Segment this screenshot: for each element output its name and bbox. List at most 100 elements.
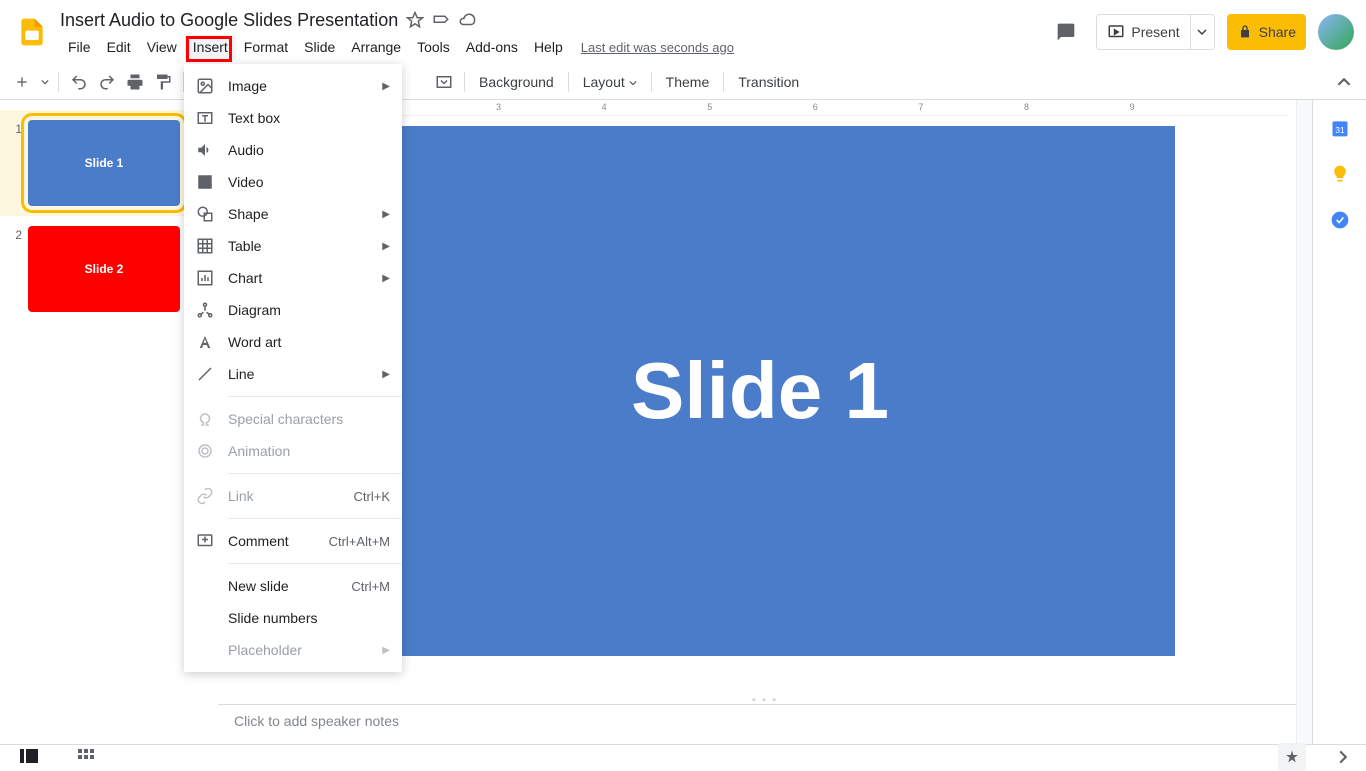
menu-item-word-art[interactable]: Word art <box>184 326 402 358</box>
menu-slide[interactable]: Slide <box>296 35 343 59</box>
transition-button[interactable]: Transition <box>730 70 807 94</box>
thumb-num-1: 1 <box>10 120 28 206</box>
menu-item-label: Link <box>228 488 340 504</box>
submenu-arrow-icon: ▶ <box>382 81 390 92</box>
menu-view[interactable]: View <box>139 35 185 59</box>
menu-item-chart[interactable]: Chart▶ <box>184 262 402 294</box>
collapse-toolbar-button[interactable] <box>1330 68 1358 96</box>
last-edit[interactable]: Last edit was seconds ago <box>581 40 734 55</box>
print-button[interactable] <box>121 68 149 96</box>
submenu-arrow-icon: ▶ <box>382 241 390 252</box>
open-comments-button[interactable] <box>1048 14 1084 50</box>
title-block: Insert Audio to Google Slides Presentati… <box>52 8 1048 60</box>
header: Insert Audio to Google Slides Presentati… <box>0 0 1366 64</box>
user-avatar[interactable] <box>1318 14 1354 50</box>
menu-item-placeholder: Placeholder▶ <box>184 634 402 666</box>
menu-item-image[interactable]: Image ▶ <box>184 70 402 102</box>
new-slide-button[interactable] <box>8 68 36 96</box>
layout-button[interactable]: Layout <box>575 70 645 94</box>
notes-resize-handle[interactable]: • • • <box>218 696 1312 704</box>
menu-item-label: Shape <box>228 206 368 222</box>
slides-logo[interactable] <box>12 12 52 52</box>
grid-view-icon[interactable] <box>78 749 94 765</box>
menu-insert[interactable]: Insert <box>185 35 236 59</box>
menu-item-label: Audio <box>228 142 390 158</box>
submenu-arrow-icon: ▶ <box>382 209 390 220</box>
svg-text:31: 31 <box>1335 125 1345 135</box>
shape-icon <box>196 205 214 223</box>
menu-item-label: Special characters <box>228 411 390 427</box>
redo-button[interactable] <box>93 68 121 96</box>
menu-tools[interactable]: Tools <box>409 35 458 59</box>
slide-canvas[interactable]: Slide 1 <box>345 126 1175 656</box>
bottom-bar <box>0 744 1366 768</box>
menu-item-slide-numbers[interactable]: Slide numbers <box>184 602 402 634</box>
menu-shortcut: Ctrl+M <box>351 579 390 594</box>
menu-item-label: Table <box>228 238 368 254</box>
menu-item-label: Animation <box>228 443 390 459</box>
menu-item-audio[interactable]: Audio <box>184 134 402 166</box>
menu-help[interactable]: Help <box>526 35 571 59</box>
menu-item-label: Text box <box>228 110 390 126</box>
menu-edit[interactable]: Edit <box>99 35 139 59</box>
fit-button[interactable] <box>430 68 458 96</box>
table-icon <box>196 237 214 255</box>
theme-button[interactable]: Theme <box>658 70 718 94</box>
tasks-addon-icon[interactable] <box>1330 210 1350 230</box>
menu-addons[interactable]: Add-ons <box>458 35 526 59</box>
doc-title[interactable]: Insert Audio to Google Slides Presentati… <box>60 10 398 31</box>
menu-item-line[interactable]: Line ▶ <box>184 358 402 390</box>
new-slide-dropdown[interactable] <box>38 68 52 96</box>
cloud-status-icon[interactable] <box>458 11 476 29</box>
speaker-notes[interactable]: Click to add speaker notes <box>218 704 1312 744</box>
insert-dropdown: Image ▶ Text box Audio Video Shape ▶ Table ▶ Char… <box>184 64 402 672</box>
slide-title-text: Slide 1 <box>631 345 889 437</box>
vertical-scrollbar[interactable] <box>1296 100 1312 744</box>
menu-item-comment[interactable]: Comment Ctrl+Alt+M <box>184 525 402 557</box>
star-icon[interactable] <box>406 11 424 29</box>
share-button[interactable]: Share <box>1227 14 1306 50</box>
slide-thumb-2[interactable]: Slide 2 <box>28 226 180 312</box>
menu-shortcut: Ctrl+Alt+M <box>329 534 390 549</box>
menubar: File Edit View Insert Format Slide Arran… <box>60 34 1048 60</box>
thumb-label: Slide 2 <box>85 262 124 276</box>
comment-icon <box>196 532 214 550</box>
menu-item-table[interactable]: Table ▶ <box>184 230 402 262</box>
present-button[interactable]: Present <box>1096 14 1190 50</box>
filmstrip-view-icon[interactable] <box>20 749 38 765</box>
slide-thumb-1[interactable]: Slide 1 <box>28 120 180 206</box>
wordart-icon <box>196 333 214 351</box>
menu-item-text-box[interactable]: Text box <box>184 102 402 134</box>
keep-addon-icon[interactable] <box>1330 164 1350 184</box>
chart-icon <box>196 269 214 287</box>
undo-button[interactable] <box>65 68 93 96</box>
sidepanel-toggle-icon[interactable] <box>1336 750 1350 764</box>
menu-file[interactable]: File <box>60 35 99 59</box>
video-icon <box>196 173 214 191</box>
background-button[interactable]: Background <box>471 70 562 94</box>
present-label: Present <box>1131 24 1179 40</box>
submenu-arrow-icon: ▶ <box>382 369 390 380</box>
menu-item-diagram[interactable]: Diagram <box>184 294 402 326</box>
menu-item-label: Placeholder <box>228 642 368 658</box>
menu-arrange[interactable]: Arrange <box>343 35 409 59</box>
menu-item-label: New slide <box>228 578 337 594</box>
line-icon <box>196 365 214 383</box>
explore-button[interactable] <box>1278 743 1306 771</box>
move-icon[interactable] <box>432 11 450 29</box>
menu-item-label: Line <box>228 366 368 382</box>
menu-item-label: Image <box>228 78 368 94</box>
menu-item-new-slide[interactable]: New slide Ctrl+M <box>184 570 402 602</box>
menu-item-shape[interactable]: Shape ▶ <box>184 198 402 230</box>
menu-item-link: LinkCtrl+K <box>184 480 402 512</box>
calendar-addon-icon[interactable]: 31 <box>1330 118 1350 138</box>
menu-format[interactable]: Format <box>236 35 296 59</box>
audio-icon <box>196 141 214 159</box>
textbox-icon <box>196 109 214 127</box>
animation-icon <box>196 442 214 460</box>
present-dropdown-button[interactable] <box>1191 14 1215 50</box>
paint-format-button[interactable] <box>149 68 177 96</box>
menu-item-label: Comment <box>228 533 315 549</box>
menu-item-video[interactable]: Video <box>184 166 402 198</box>
menu-item-label: Chart <box>228 270 368 286</box>
